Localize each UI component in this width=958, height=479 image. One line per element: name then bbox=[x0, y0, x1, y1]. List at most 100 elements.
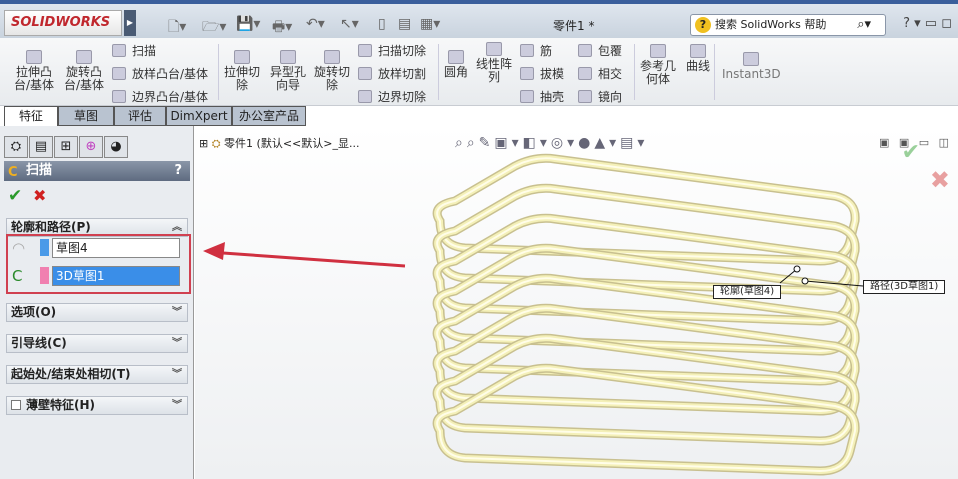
rib-button[interactable]: 筋 bbox=[520, 42, 552, 59]
sweep-button[interactable]: 扫描 bbox=[112, 42, 156, 59]
thin-feature-checkbox[interactable] bbox=[11, 400, 21, 410]
rebuild-icon[interactable]: ▯ bbox=[378, 16, 386, 32]
lofted-cut-button[interactable]: 放样切割 bbox=[358, 65, 426, 82]
wrap-button[interactable]: 包覆 bbox=[578, 42, 622, 59]
tab-features[interactable]: 特征 bbox=[4, 106, 58, 126]
mirror-icon bbox=[578, 90, 592, 103]
save-icon[interactable]: 💾▾ bbox=[236, 16, 260, 32]
fillet-button[interactable]: 圆角 bbox=[444, 50, 468, 79]
viewport-controls[interactable]: ▣ ▣ ▭ ◫ bbox=[879, 116, 952, 149]
open-file-icon[interactable]: 🗁▾ bbox=[202, 16, 226, 40]
swept-cut-button[interactable]: 扫描切除 bbox=[358, 42, 426, 59]
confirm-corner-ok[interactable]: ✔ bbox=[902, 140, 920, 165]
options-icon[interactable]: ▦▾ bbox=[420, 16, 440, 32]
boundary-icon bbox=[112, 90, 126, 103]
revolve-cut-button[interactable]: 旋转切 除 bbox=[314, 50, 350, 92]
path-callout[interactable]: 路径(3D草图1) bbox=[863, 280, 946, 294]
thin-feature-group[interactable]: 薄壁特征(H) ︾ bbox=[6, 396, 188, 415]
label: 边界切除 bbox=[378, 90, 427, 104]
sweep-panel-header: C 扫描? bbox=[4, 161, 190, 181]
revolve-cut-icon bbox=[324, 50, 340, 64]
label: 边界凸台/基体 bbox=[132, 90, 209, 104]
extrude-icon bbox=[26, 50, 43, 64]
window-controls[interactable]: ? ▾ ▭ ◻ bbox=[903, 16, 952, 31]
boundary-cut-button[interactable]: 边界切除 bbox=[358, 88, 426, 105]
tangency-group[interactable]: 起始处/结束处相切(T) ︾ bbox=[6, 365, 188, 384]
group-label: 引导线(C) bbox=[11, 336, 67, 350]
mirror-button[interactable]: 镜向 bbox=[578, 88, 622, 105]
path-selection[interactable]: C 3D草图1 bbox=[10, 266, 182, 286]
file-properties-icon[interactable]: ▤ bbox=[398, 16, 411, 32]
loft-boss-button[interactable]: 放样凸台/基体 bbox=[112, 65, 208, 82]
shell-icon bbox=[520, 90, 534, 103]
swept-cut-icon bbox=[358, 44, 372, 57]
confirm-corner-cancel[interactable]: ✖ bbox=[930, 166, 950, 194]
feature-tree-root[interactable]: ⊞ ⛭ 零件1 (默认<<默认>_显... bbox=[199, 135, 359, 151]
linear-pattern-icon bbox=[486, 42, 502, 56]
help-button[interactable]: ? bbox=[174, 161, 182, 181]
graphics-area[interactable]: ⊞ ⛭ 零件1 (默认<<默认>_显... ⌕⌕✎▣▾◧▾◎▾●▲▾▤▾ ▣ ▣… bbox=[195, 126, 958, 479]
title-bar: SOLIDWORKS ▶ 🗋▾ 🗁▾ 💾▾ 🖶▾ ↶▾ ↖▾ ▯ ▤ ▦▾ 零件… bbox=[0, 0, 958, 38]
draft-button[interactable]: 拔模 bbox=[520, 65, 564, 82]
view-toolbar[interactable]: ⌕⌕✎▣▾◧▾◎▾●▲▾▤▾ bbox=[455, 115, 648, 151]
label: 拉伸切 除 bbox=[224, 65, 261, 92]
guide-curves-group[interactable]: 引导线(C) ︾ bbox=[6, 334, 188, 353]
path-field[interactable]: 3D草图1 bbox=[52, 266, 180, 286]
select-icon[interactable]: ↖▾ bbox=[340, 16, 359, 32]
extrude-boss-button[interactable]: 拉伸凸 台/基体 bbox=[14, 50, 54, 92]
tab-office-products[interactable]: 办公室产品 bbox=[232, 106, 306, 126]
sweep-icon bbox=[112, 44, 126, 57]
menu-expand-arrow[interactable]: ▶ bbox=[124, 10, 136, 36]
tab-dimxpert[interactable]: DimXpert bbox=[166, 106, 232, 126]
feature-tree-tab[interactable]: ⛭ bbox=[4, 136, 28, 158]
dimxpert-tab[interactable]: ⊕ bbox=[79, 136, 103, 158]
configuration-tab[interactable]: ⊞ bbox=[54, 136, 78, 158]
curves-icon bbox=[690, 44, 706, 58]
expand-icon[interactable]: ︾ bbox=[172, 366, 182, 383]
curves-button[interactable]: 曲线 bbox=[686, 44, 710, 73]
property-manager: ⛭ ▤ ⊞ ⊕ ◕ C 扫描? ✔ ✖ 轮廓和路径(P) ︽ ◠ 草图4 C 3D草图1 选项(… bbox=[0, 126, 194, 479]
reference-geometry-icon bbox=[650, 44, 666, 58]
reference-geometry-button[interactable]: 参考几 何体 bbox=[640, 44, 676, 86]
intersect-button[interactable]: 相交 bbox=[578, 65, 622, 82]
expand-icon[interactable]: ⊞ bbox=[199, 137, 208, 150]
part-icon: ⛭ bbox=[211, 137, 221, 150]
search-placeholder: 搜索 SolidWorks 帮助 bbox=[715, 18, 827, 31]
solidworks-logo[interactable]: SOLIDWORKS bbox=[4, 10, 122, 36]
boundary-boss-button[interactable]: 边界凸台/基体 bbox=[112, 88, 208, 105]
coil-model bbox=[203, 153, 864, 476]
label: 筋 bbox=[540, 44, 553, 58]
profile-selection[interactable]: ◠ 草图4 bbox=[10, 238, 182, 258]
print-icon[interactable]: 🖶▾ bbox=[272, 16, 292, 40]
label: 镜向 bbox=[598, 90, 623, 104]
tab-sketch[interactable]: 草图 bbox=[58, 106, 114, 126]
profile-color-swatch bbox=[40, 239, 49, 256]
ok-button[interactable]: ✔ bbox=[8, 186, 22, 206]
label: 曲线 bbox=[686, 59, 711, 73]
expand-icon[interactable]: ︾ bbox=[172, 397, 182, 414]
expand-icon[interactable]: ︾ bbox=[172, 304, 182, 321]
search-icon[interactable]: ⌕▾ bbox=[857, 15, 871, 35]
tab-evaluate[interactable]: 评估 bbox=[114, 106, 166, 126]
label: 拉伸凸 台/基体 bbox=[14, 65, 55, 92]
linear-pattern-button[interactable]: 线性阵 列 bbox=[476, 42, 512, 84]
draft-icon bbox=[520, 67, 534, 80]
hole-wizard-button[interactable]: 异型孔 向导 bbox=[270, 50, 306, 92]
expand-icon[interactable]: ︾ bbox=[172, 335, 182, 352]
profile-field[interactable]: 草图4 bbox=[52, 238, 180, 258]
new-file-icon[interactable]: 🗋▾ bbox=[168, 16, 186, 40]
instant3d-button[interactable]: Instant3D bbox=[722, 52, 781, 81]
lofted-cut-icon bbox=[358, 67, 372, 80]
sweep-icon: C bbox=[8, 165, 18, 180]
profile-callout[interactable]: 轮廓(草图4) bbox=[713, 285, 782, 299]
help-search-input[interactable]: ? 搜索 SolidWorks 帮助 ⌕▾ bbox=[690, 14, 886, 36]
revolve-boss-button[interactable]: 旋转凸 台/基体 bbox=[64, 50, 104, 92]
shell-button[interactable]: 抽壳 bbox=[520, 88, 564, 105]
display-manager-tab[interactable]: ◕ bbox=[104, 136, 128, 158]
undo-icon[interactable]: ↶▾ bbox=[306, 16, 325, 32]
extrude-cut-button[interactable]: 拉伸切 除 bbox=[224, 50, 260, 92]
boundary-cut-icon bbox=[358, 90, 372, 103]
property-manager-tab[interactable]: ▤ bbox=[29, 136, 53, 158]
cancel-button[interactable]: ✖ bbox=[33, 186, 46, 205]
options-group[interactable]: 选项(O) ︾ bbox=[6, 303, 188, 322]
